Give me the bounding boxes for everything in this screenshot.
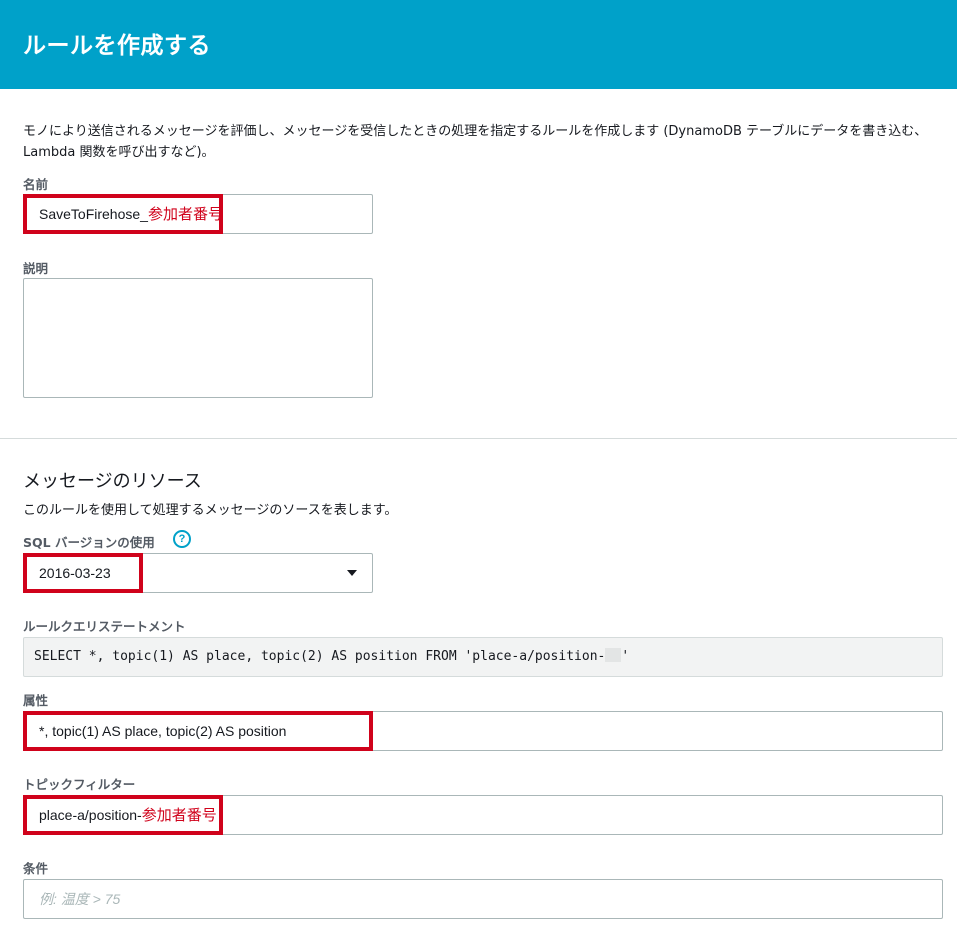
- message-source-title: メッセージのリソース: [23, 471, 202, 492]
- query-statement-display: SELECT *, topic(1) AS place, topic(2) AS…: [23, 637, 943, 677]
- condition-placeholder: 例: 温度 > 75: [39, 891, 121, 907]
- topic-filter-label: トピックフィルター: [23, 777, 136, 792]
- section-divider: [0, 438, 957, 439]
- message-source-description: このルールを使用して処理するメッセージのソースを表します。: [23, 503, 398, 518]
- condition-label: 条件: [23, 861, 49, 876]
- attribute-label: 属性: [23, 693, 49, 708]
- topic-filter-highlight-box: [23, 795, 223, 835]
- name-highlight-box: [23, 194, 223, 234]
- attribute-highlight-box: [23, 711, 373, 751]
- condition-input[interactable]: 例: 温度 > 75: [23, 879, 943, 919]
- query-statement-text: SELECT *, topic(1) AS place, topic(2) AS…: [34, 649, 606, 664]
- description-textarea[interactable]: [23, 278, 373, 398]
- page-header: ルールを作成する: [0, 0, 957, 89]
- name-label: 名前: [23, 177, 49, 192]
- intro-text: モノにより送信されるメッセージを評価し、メッセージを受信したときの処理を指定する…: [23, 124, 928, 160]
- help-icon[interactable]: ?: [173, 530, 191, 548]
- query-statement-label: ルールクエリステートメント: [23, 619, 186, 634]
- query-statement-suffix: ': [621, 649, 630, 664]
- redacted-block: [605, 648, 622, 662]
- sql-version-highlight-box: [23, 553, 143, 593]
- description-label: 説明: [23, 261, 49, 276]
- sql-version-label: SQL バージョンの使用: [23, 535, 155, 550]
- page-title: ルールを作成する: [23, 33, 211, 59]
- chevron-down-icon: [347, 570, 357, 576]
